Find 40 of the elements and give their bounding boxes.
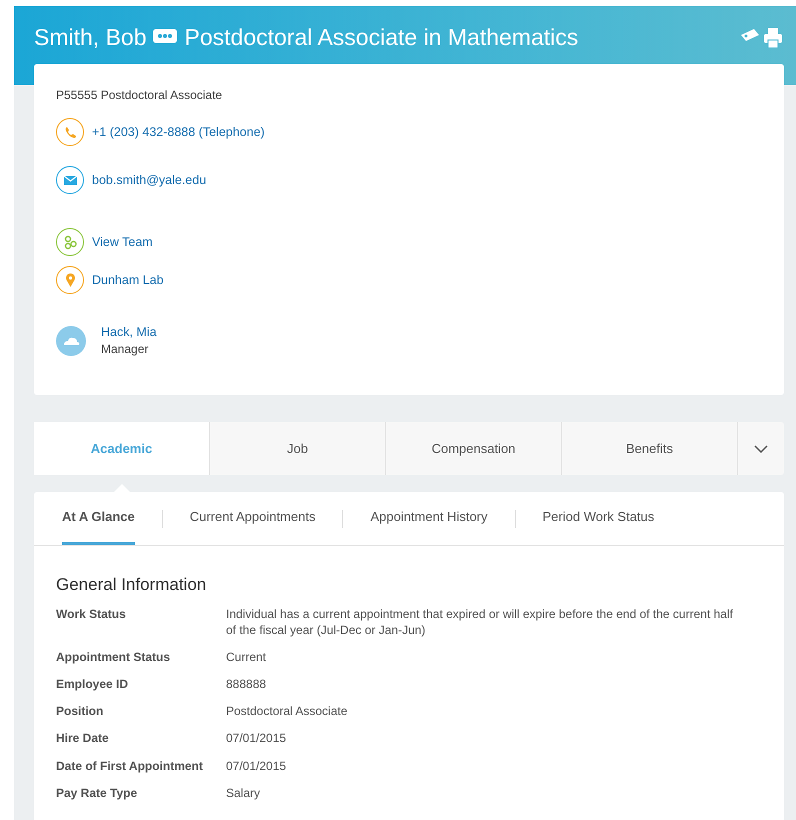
chevron-down-icon — [754, 445, 768, 454]
field-value: Postdoctoral Associate — [226, 703, 348, 720]
employee-name: Smith, Bob — [34, 23, 146, 52]
field-value: Current — [226, 648, 268, 666]
phone-link[interactable]: +1 (203) 432-8888 (Telephone) — [92, 122, 265, 142]
print-icon[interactable] — [764, 28, 782, 48]
email-link[interactable]: bob.smith@yale.edu — [92, 170, 206, 190]
job-title: Postdoctoral Associate in Mathematics — [184, 23, 578, 52]
view-team-link[interactable]: View Team — [92, 232, 153, 252]
field-label: Employee ID — [56, 676, 130, 692]
field-value: 07/01/2015 — [226, 758, 288, 774]
location-link[interactable]: Dunham Lab — [92, 270, 164, 290]
map-pin-icon — [56, 266, 84, 294]
field-label: Appointment Status — [56, 648, 171, 666]
subtab[interactable]: Current Appointments — [190, 492, 316, 545]
subtab[interactable]: Appointment History — [370, 492, 488, 545]
tag-icon[interactable] — [740, 28, 760, 42]
field-value: Salary — [226, 784, 262, 801]
field-label: Work Status — [56, 606, 127, 622]
field-label: Pay Rate Type — [56, 784, 138, 801]
tab[interactable]: Job — [210, 422, 386, 475]
field-label: Hire Date — [56, 730, 110, 747]
position-text: P55555 Postdoctoral Associate — [56, 87, 224, 104]
field-value: 888888 — [226, 676, 268, 692]
tab[interactable]: Compensation — [386, 422, 562, 475]
manager-role: Manager — [101, 340, 150, 358]
phone-icon — [56, 118, 84, 146]
team-icon — [56, 228, 84, 256]
section-title: General Information — [56, 574, 208, 596]
subtab[interactable]: Period Work Status — [542, 492, 654, 545]
field-label: Position — [56, 703, 104, 720]
tab[interactable]: Benefits — [562, 422, 738, 475]
manager-link[interactable]: Hack, Mia — [101, 324, 157, 341]
field-label: Date of First Appointment — [56, 758, 204, 774]
field-value: 07/01/2015 — [226, 730, 288, 747]
avatar-icon — [56, 326, 86, 356]
field-value: Individual has a current appointment that expired or will expire before the end of the current half of the fiscal year (Jul-Dec or Jan-Jun) — [226, 606, 734, 638]
envelope-icon — [56, 166, 84, 194]
more-icon[interactable] — [152, 29, 176, 43]
subtab[interactable]: At A Glance — [62, 492, 135, 545]
